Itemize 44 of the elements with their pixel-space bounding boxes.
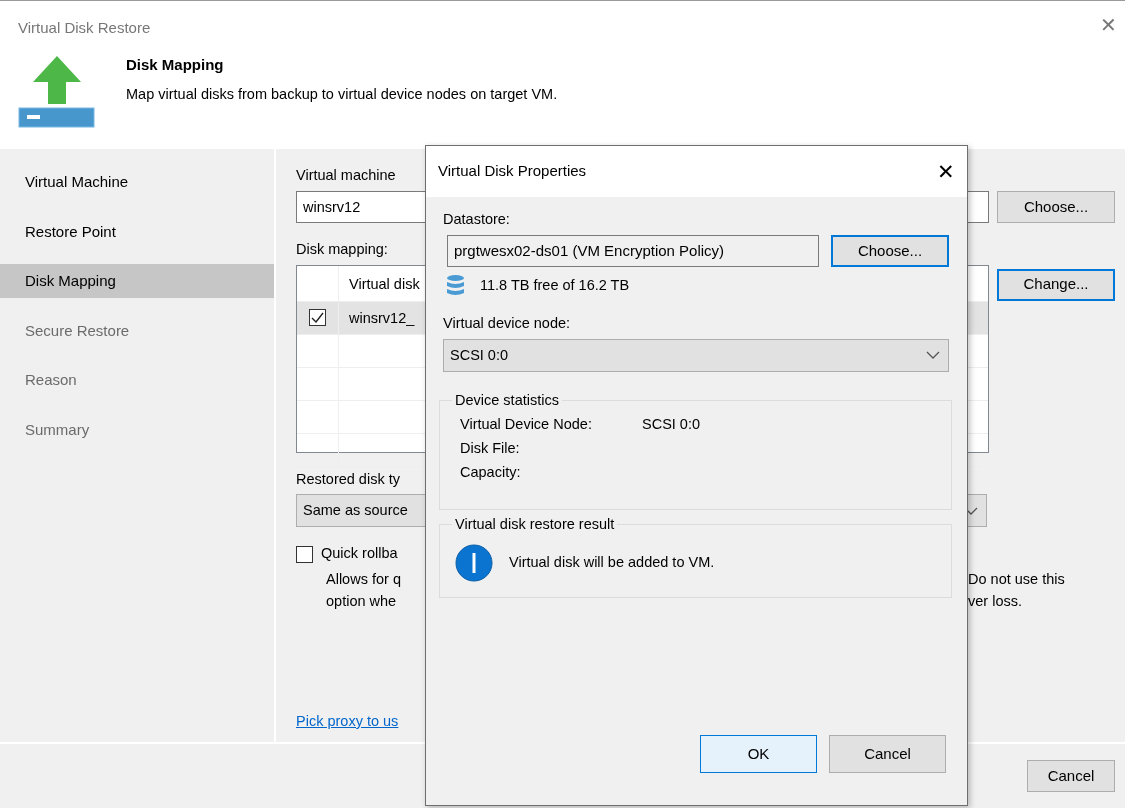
close-button[interactable]: ✕ xyxy=(1100,15,1117,35)
field-label: Disk mapping: xyxy=(296,239,388,259)
dialog-title: Virtual Disk Properties xyxy=(438,161,587,182)
wizard-step[interactable]: Disk Mapping xyxy=(0,264,274,298)
field-label: Virtual device node: xyxy=(443,313,571,333)
stat-label: Capacity: xyxy=(460,462,522,482)
chevron-down-icon xyxy=(926,351,940,359)
description-text: Do not use this xyxy=(968,570,1065,589)
result-message: Virtual disk will be added to VM. xyxy=(509,552,715,572)
wizard-step[interactable]: Secure Restore xyxy=(0,313,274,348)
cancel-button[interactable]: Cancel xyxy=(1027,760,1115,792)
proxy-link[interactable]: Pick proxy to us xyxy=(296,712,399,729)
cancel-button[interactable]: Cancel xyxy=(829,735,946,773)
stat-value: SCSI 0:0 xyxy=(642,414,701,434)
description-text: option whe xyxy=(326,591,397,611)
change-button[interactable]: Change... xyxy=(997,268,1115,301)
field-label: Datastore: xyxy=(443,210,510,229)
field-label: Restored disk ty xyxy=(296,469,400,489)
description-text: Allows for q xyxy=(326,570,401,589)
field-label: Virtual machine xyxy=(296,166,396,185)
wizard-step[interactable]: Reason xyxy=(0,363,274,397)
wizard-step[interactable]: Summary xyxy=(0,412,274,447)
free-space-text: 11.8 TB free of 16.2 TB xyxy=(480,275,630,295)
checkbox[interactable] xyxy=(296,545,313,563)
choose-button[interactable]: Choose... xyxy=(997,190,1115,223)
checkbox-label: Quick rollba xyxy=(321,544,398,564)
database-icon xyxy=(447,274,464,297)
step-title: Disk Mapping xyxy=(126,54,225,75)
checkbox[interactable] xyxy=(309,309,326,326)
info-icon xyxy=(455,543,493,582)
datastore-field[interactable]: prgtwesx02-ds01 (VM Encryption Policy) xyxy=(447,234,819,267)
table-cell: winsrv12_ xyxy=(349,309,415,326)
ok-button[interactable]: OK xyxy=(700,735,817,773)
window-title: Virtual Disk Restore xyxy=(18,18,151,38)
stat-label: Disk File: xyxy=(460,438,521,458)
device-node-dropdown[interactable]: SCSI 0:0 xyxy=(443,338,949,372)
column-header: Virtual disk xyxy=(348,274,420,294)
close-button[interactable]: ✕ xyxy=(937,161,955,182)
wizard-step[interactable]: Restore Point xyxy=(0,214,274,249)
choose-button[interactable]: Choose... xyxy=(831,234,949,267)
wizard-step[interactable]: Virtual Machine xyxy=(0,165,274,199)
description-text: ver loss. xyxy=(968,591,1022,611)
stat-label: Virtual Device Node: xyxy=(460,414,593,434)
step-description: Map virtual disks from backup to virtual device nodes on target VM. xyxy=(126,85,558,104)
